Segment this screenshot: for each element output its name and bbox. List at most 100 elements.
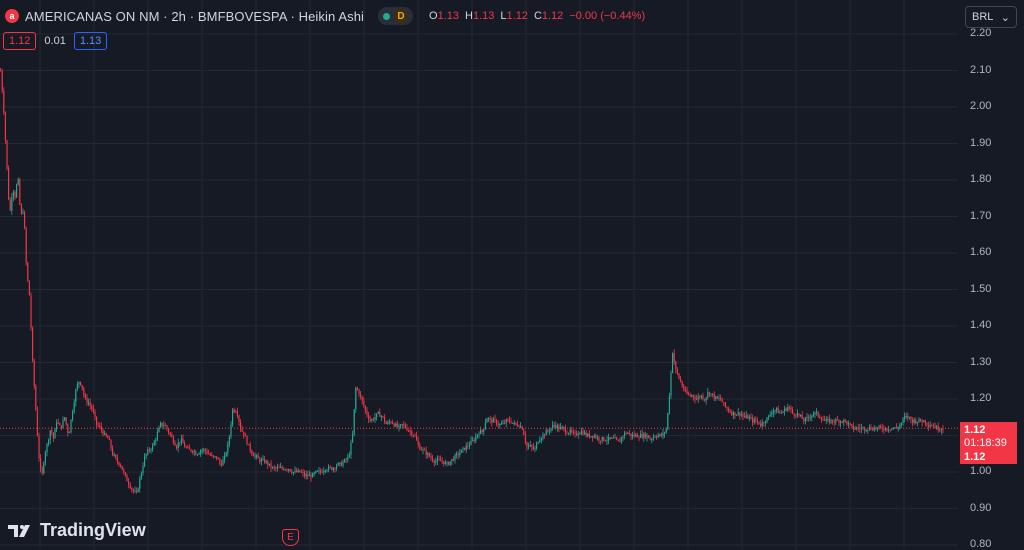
candle-body <box>872 429 874 431</box>
candle-body <box>598 437 600 441</box>
candle-body <box>580 431 582 434</box>
candle-body <box>435 461 437 463</box>
candle-body <box>899 425 901 428</box>
candle-body <box>654 436 656 438</box>
candle-body <box>305 474 307 477</box>
symbol-title[interactable]: AMERICANAS ON NM · 2h · BMFBOVESPA · Hei… <box>25 9 364 24</box>
candle-body <box>779 412 781 414</box>
candle-body <box>915 419 917 424</box>
market-status[interactable]: D <box>378 7 414 25</box>
price-axis-label: 1.60 <box>970 246 992 258</box>
candle-body <box>584 432 586 435</box>
candle-body <box>92 408 94 412</box>
candle-body <box>136 490 138 492</box>
candle-body <box>424 449 426 451</box>
candle-body <box>89 402 91 406</box>
candle-body <box>648 435 650 439</box>
candle-body <box>8 168 10 200</box>
candle-body <box>880 426 882 428</box>
candle-body <box>204 449 206 451</box>
candle-body <box>81 385 83 389</box>
candle-body <box>243 431 245 436</box>
candle-body <box>187 447 189 449</box>
candle-body <box>3 91 5 113</box>
candle-body <box>838 420 840 424</box>
candle-body <box>409 430 411 432</box>
candle-body <box>49 430 51 441</box>
candle-body <box>312 473 314 478</box>
price-axis-label: 1.80 <box>970 173 992 185</box>
candle-body <box>300 472 302 474</box>
candle-body <box>934 425 936 429</box>
candle-body <box>248 444 250 446</box>
candle-body <box>465 445 467 451</box>
candle-body <box>201 450 203 452</box>
second-price-label: 1.12 <box>964 451 986 463</box>
candle-body <box>454 454 456 461</box>
candle-body <box>904 416 906 419</box>
candle-body <box>339 462 341 464</box>
candle-body <box>577 433 579 436</box>
buy-button[interactable]: 1.13 <box>73 32 108 50</box>
candle-body <box>17 179 19 185</box>
candle-body <box>764 422 766 424</box>
price-chart[interactable] <box>0 0 1024 549</box>
candle-body <box>356 387 358 390</box>
candle-body <box>443 461 445 465</box>
candle-body <box>105 433 107 437</box>
candle-body <box>224 455 226 460</box>
candle-body <box>588 433 590 438</box>
candle-body <box>209 453 211 456</box>
candle-body <box>323 470 325 473</box>
candle-body <box>316 470 318 472</box>
candle-body <box>792 409 794 414</box>
candle-body <box>641 433 643 438</box>
earnings-marker[interactable]: E <box>282 529 299 546</box>
candle-body <box>566 432 568 434</box>
candle-body <box>440 459 442 462</box>
candle-body <box>334 468 336 470</box>
order-panel: 1.12 0.01 1.13 <box>3 32 108 50</box>
candle-body <box>524 435 526 443</box>
candle-body <box>380 416 382 418</box>
candle-body <box>491 419 493 423</box>
candle-body <box>523 429 525 436</box>
candle-body <box>96 416 98 425</box>
candle-body <box>553 425 555 427</box>
currency-button[interactable]: BRL ⌄ <box>965 6 1017 28</box>
candle-body <box>865 430 867 432</box>
candle-body <box>94 411 96 417</box>
candle-body <box>596 437 598 439</box>
candle-body <box>403 424 405 426</box>
candle-body <box>716 396 718 399</box>
candle-body <box>164 425 166 427</box>
candle-body <box>124 472 126 476</box>
candle-body <box>601 437 603 441</box>
candle-body <box>592 435 594 438</box>
sell-button[interactable]: 1.12 <box>3 32 37 50</box>
candle-body <box>835 419 837 423</box>
candle-body <box>203 449 205 451</box>
candle-body <box>617 439 619 442</box>
candle-body <box>660 434 662 436</box>
candle-body <box>585 432 587 437</box>
candle-body <box>539 440 541 443</box>
candle-body <box>673 353 675 362</box>
candle-body <box>193 451 195 453</box>
candle-body <box>200 450 202 454</box>
candle-body <box>211 455 213 457</box>
candle-body <box>64 417 66 421</box>
candle-body <box>12 191 14 198</box>
candle-body <box>268 463 270 466</box>
candle-body <box>646 435 648 438</box>
candle-body <box>392 422 394 424</box>
candle-body <box>587 433 589 437</box>
candle-body <box>481 430 483 433</box>
candle-body <box>107 436 109 439</box>
candle-body <box>452 459 454 461</box>
candle-body <box>438 459 440 461</box>
candle-body <box>25 228 27 263</box>
candle-body <box>787 407 789 411</box>
candle-body <box>758 421 760 425</box>
tradingview-logo[interactable]: TradingView <box>8 520 146 541</box>
